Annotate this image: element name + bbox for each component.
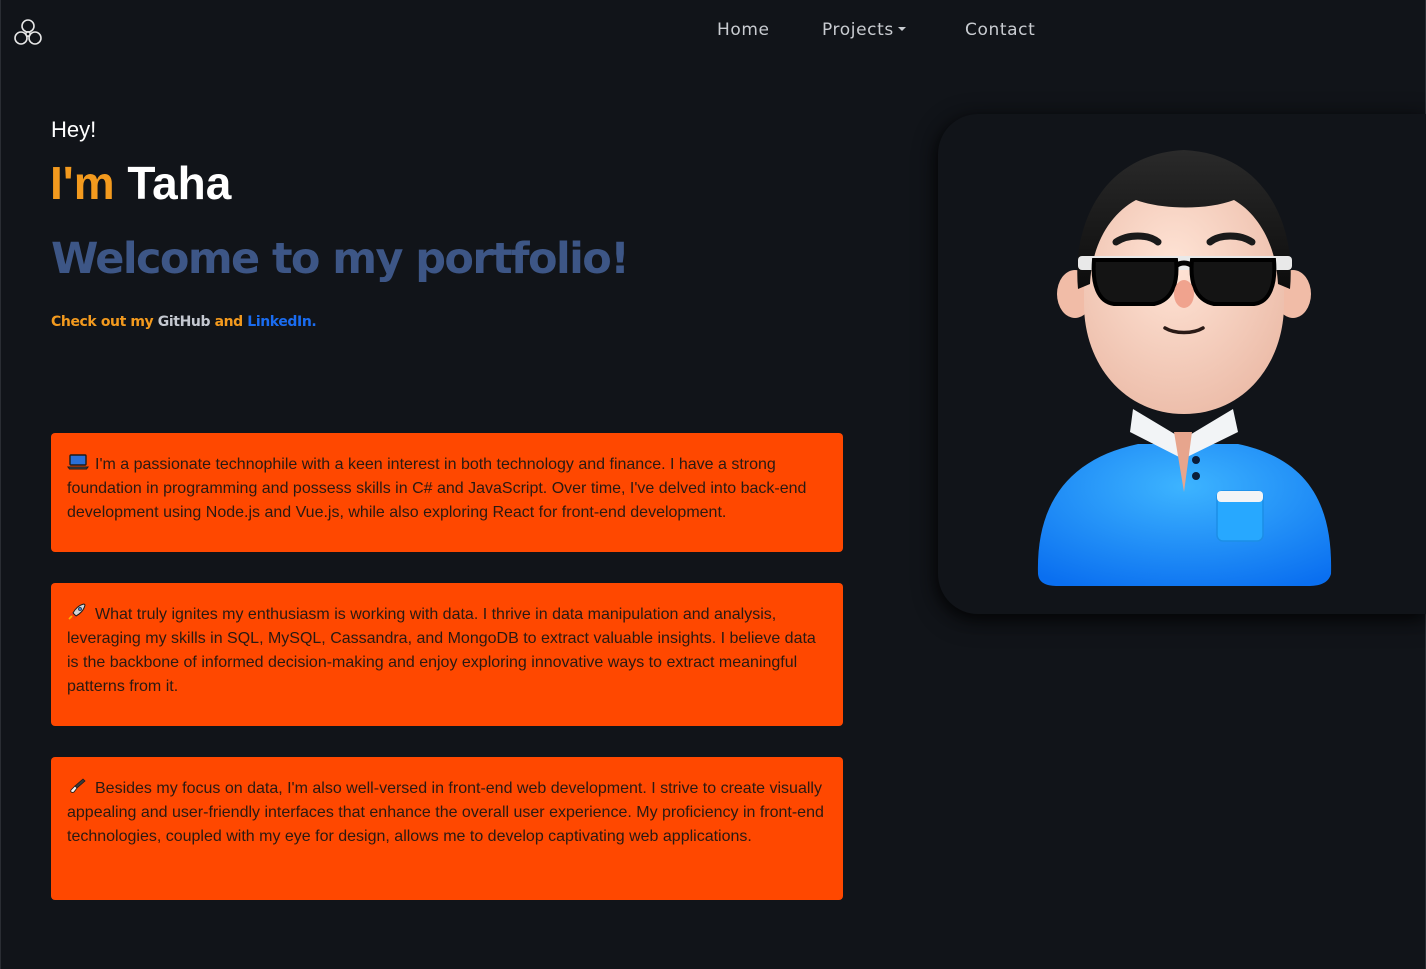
github-link[interactable]: GitHub (158, 314, 211, 330)
rocket-icon (68, 603, 86, 620)
nav-projects-dropdown[interactable]: Projects (822, 20, 906, 40)
social-links-line: Check out my GitHub and LinkedIn. (51, 314, 317, 330)
nav-contact-link[interactable]: Contact (965, 20, 1035, 40)
about-card-data: What truly ignites my enthusiasm is work… (51, 583, 843, 726)
checkout-prefix: Check out my (51, 314, 154, 330)
caret-down-icon (897, 26, 906, 31)
im-label: I'm (50, 157, 115, 209)
about-card-frontend: Besides my focus on data, I'm also well-… (51, 757, 843, 900)
laptop-icon (67, 454, 89, 470)
card-text: What truly ignites my enthusiasm is work… (67, 606, 816, 695)
nav-projects-label: Projects (822, 20, 894, 40)
avatar (1037, 150, 1332, 586)
about-card-tech: I'm a passionate technophile with a keen… (51, 433, 843, 552)
paintbrush-icon (70, 778, 86, 793)
name-label: Taha (127, 157, 232, 209)
and-text: and (214, 314, 244, 330)
name-heading: I'm Taha (50, 156, 231, 210)
welcome-heading: Welcome to my portfolio! (51, 234, 630, 284)
card-text: Besides my focus on data, I'm also well-… (67, 780, 824, 845)
nav-home-link[interactable]: Home (717, 20, 770, 40)
avatar-panel (938, 114, 1426, 614)
page: Home Projects Contact Hey! I'm Taha Welc… (0, 0, 1426, 969)
card-text: I'm a passionate technophile with a keen… (67, 456, 807, 521)
greeting: Hey! (51, 117, 97, 142)
top-nav: Home Projects Contact (1, 20, 1425, 44)
period-text: . (311, 314, 317, 330)
linkedin-link[interactable]: LinkedIn (247, 314, 312, 330)
